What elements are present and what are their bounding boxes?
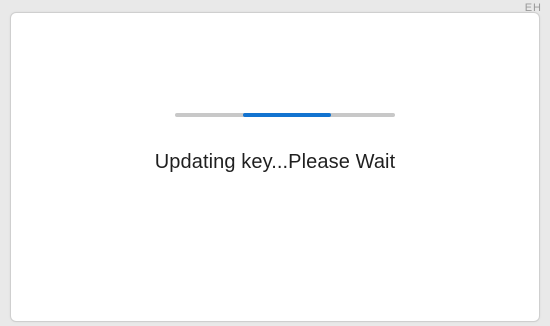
progress-bar-indicator [243, 113, 332, 117]
status-message: Updating key...Please Wait [154, 151, 396, 173]
update-key-dialog: Updating key...Please Wait [10, 12, 540, 322]
progress-bar [175, 113, 395, 117]
